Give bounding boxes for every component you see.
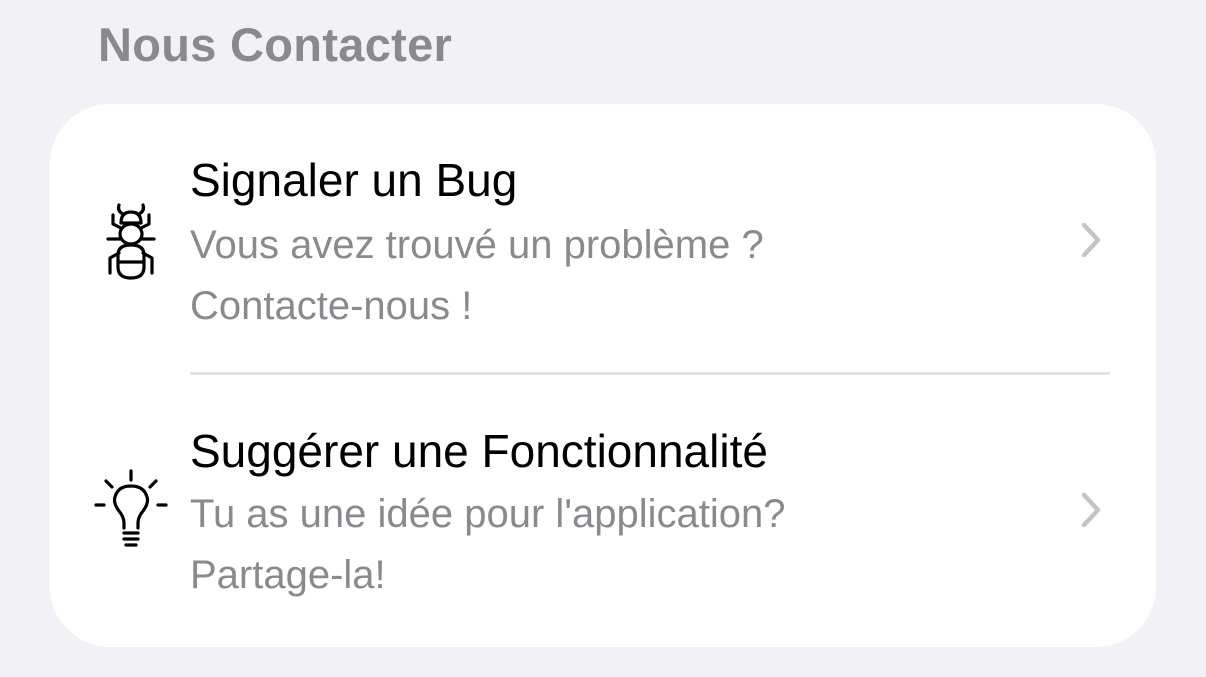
section-header-title: Nous Contacter xyxy=(98,18,453,71)
bug-icon xyxy=(91,201,171,285)
chevron-right-icon xyxy=(1076,490,1106,530)
report-bug-subtitle-line1: Vous avez trouvé un problème ? xyxy=(190,223,764,267)
report-bug-subtitle: Vous avez trouvé un problème ? Contacte-… xyxy=(190,215,950,337)
suggest-feature-row[interactable]: Suggérer une Fonctionnalité Tu as une id… xyxy=(50,375,1156,647)
suggest-feature-subtitle-line1: Tu as une idée pour l'application? xyxy=(190,492,786,536)
chevron-right-icon xyxy=(1076,220,1106,260)
report-bug-title: Signaler un Bug xyxy=(190,154,518,206)
lightbulb-icon xyxy=(91,467,171,551)
report-bug-row[interactable]: Signaler un Bug Vous avez trouvé un prob… xyxy=(50,104,1156,375)
contact-options-card: Signaler un Bug Vous avez trouvé un prob… xyxy=(50,104,1156,647)
report-bug-subtitle-line2: Contacte-nous ! xyxy=(190,284,473,328)
suggest-feature-title: Suggérer une Fonctionnalité xyxy=(190,425,768,477)
suggest-feature-subtitle-line2: Partage-la! xyxy=(190,553,386,597)
suggest-feature-subtitle: Tu as une idée pour l'application? Parta… xyxy=(190,484,950,606)
